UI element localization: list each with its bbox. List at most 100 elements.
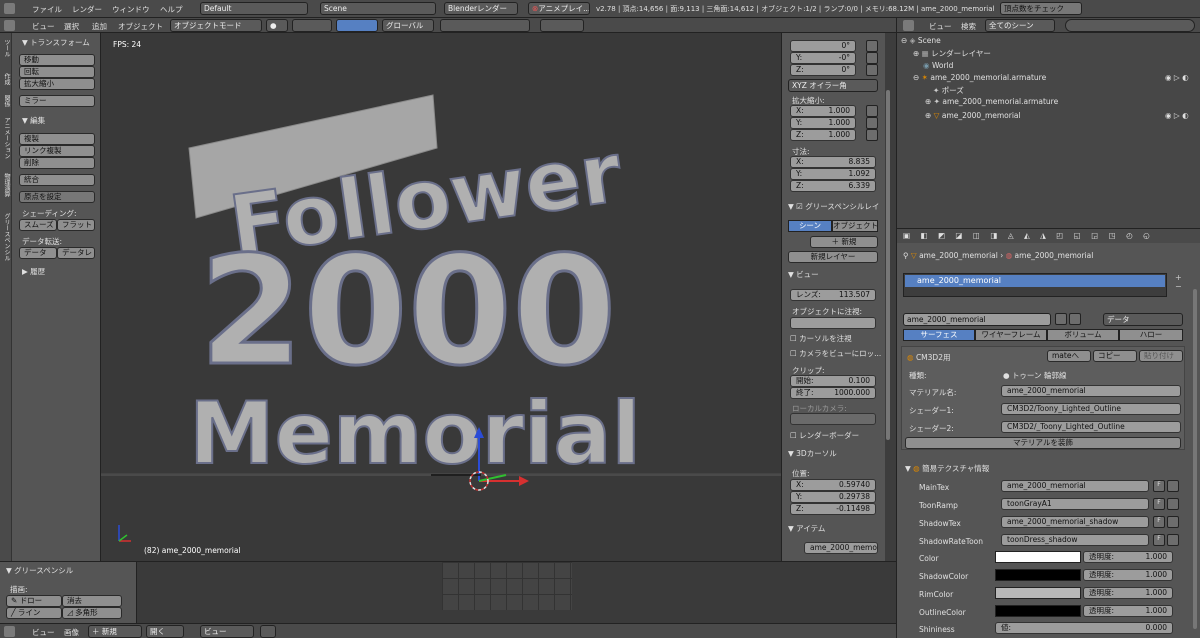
- rotation-z-field[interactable]: Z: 0°: [790, 64, 856, 76]
- outliner-item-world[interactable]: ◉ World: [923, 61, 953, 70]
- tab-animation[interactable]: アニメーション: [2, 117, 11, 159]
- outlinecolor-alpha-field[interactable]: 透明度: 1.000: [1083, 605, 1173, 617]
- outliner-editor-icon[interactable]: [903, 20, 914, 31]
- select-menu[interactable]: 選択: [64, 21, 79, 32]
- link-data-dropdown[interactable]: データ: [1103, 313, 1183, 326]
- lock-scale-x-icon[interactable]: [866, 105, 878, 117]
- tex-toonramp-clear-icon[interactable]: [1167, 498, 1179, 510]
- pivot-dropdown[interactable]: [292, 19, 332, 32]
- lock-object-field[interactable]: [790, 317, 876, 329]
- toon-radio[interactable]: ● トゥーン 輪郭線: [1003, 370, 1066, 381]
- tab-relations[interactable]: 関係: [2, 95, 11, 107]
- flat-button[interactable]: フラット: [57, 219, 95, 231]
- rimcolor-swatch[interactable]: [995, 587, 1081, 599]
- tab-halo[interactable]: ハロー: [1119, 329, 1183, 341]
- tex-maintex-field[interactable]: ame_2000_memorial: [1001, 480, 1149, 492]
- properties-scrollbar[interactable]: [1193, 289, 1197, 629]
- rotation-mode-dropdown[interactable]: XYZ オイラー角: [788, 79, 878, 92]
- cursor-x-field[interactable]: X: 0.59740: [790, 479, 876, 491]
- n-panel-scrollbar[interactable]: [886, 90, 890, 440]
- cursor-y-field[interactable]: Y: 0.29738: [790, 491, 876, 503]
- grease-pencil-layers-header[interactable]: ▼ ☑ グリースペンシルレイ: [788, 201, 879, 212]
- render-job-button[interactable]: ⊗アニメプレイ...: [528, 2, 590, 15]
- shadowcolor-swatch[interactable]: [995, 569, 1081, 581]
- shininess-field[interactable]: 値: 0.000: [995, 622, 1173, 634]
- menu-file[interactable]: ファイル: [32, 4, 62, 15]
- snap-toggle[interactable]: [540, 19, 584, 32]
- material-slot-item[interactable]: ame_2000_memorial: [905, 275, 1165, 287]
- tex-toonramp-field[interactable]: toonGrayA1: [1001, 498, 1149, 510]
- add-menu[interactable]: 追加: [92, 21, 107, 32]
- smooth-button[interactable]: スムーズ: [19, 219, 57, 231]
- pin-icon[interactable]: [260, 625, 276, 638]
- join-button[interactable]: 統合: [19, 174, 95, 186]
- grease-pencil-header[interactable]: ▼ グリースペンシル: [6, 565, 73, 576]
- new-gp-button[interactable]: ＋ 新規: [810, 236, 878, 248]
- tex-shadowtex-clear-icon[interactable]: [1167, 516, 1179, 528]
- outliner-search-menu[interactable]: 検索: [961, 21, 976, 32]
- line-button[interactable]: ╱ ライン: [6, 607, 62, 619]
- edit-panel-header[interactable]: ▼ 編集: [22, 115, 45, 126]
- lock-cursor-checkbox[interactable]: ☐ カーソルを注視: [790, 333, 852, 344]
- color-swatch[interactable]: [995, 551, 1081, 563]
- data-button[interactable]: データ: [19, 247, 57, 259]
- lock-scale-z-icon[interactable]: [866, 129, 878, 141]
- poly-button[interactable]: ◿ 多角形: [62, 607, 122, 619]
- tex-maintex-clear-icon[interactable]: [1167, 480, 1179, 492]
- local-camera-field[interactable]: [790, 413, 876, 425]
- dimension-y-field[interactable]: Y: 1.092: [790, 168, 876, 180]
- lock-rot-x-icon[interactable]: [866, 40, 878, 52]
- properties-context-icons[interactable]: ▣ ◧ ◩ ◪ ◫ ◨ ◬ ◭ ◮ ◰ ◱ ◲ ◳ ◴ ◵: [903, 231, 1154, 240]
- 3d-view-editor-icon[interactable]: [4, 20, 15, 31]
- delete-button[interactable]: 削除: [19, 157, 95, 169]
- layout-selector[interactable]: Default: [200, 2, 308, 15]
- data-layers-button[interactable]: データレ: [57, 247, 95, 259]
- orientation-dropdown[interactable]: グローバル: [382, 19, 434, 32]
- object-menu[interactable]: オブジェクト: [118, 21, 163, 32]
- scene-selector[interactable]: Scene: [320, 2, 436, 15]
- menu-help[interactable]: ヘルプ: [160, 4, 183, 15]
- shader2-field[interactable]: CM3D2/_Toony_Lighted_Outline: [1001, 421, 1181, 433]
- image-menu[interactable]: 画像: [64, 627, 79, 638]
- mesh-visibility-eye-icon[interactable]: ◉ ▷ ◐: [1165, 111, 1189, 120]
- item-name-field[interactable]: ame_2000_memorial: [804, 542, 878, 554]
- tex-shadowratetoon-clear-icon[interactable]: [1167, 534, 1179, 546]
- pin-breadcrumb-icon[interactable]: ⚲: [903, 251, 909, 260]
- scale-x-field[interactable]: X: 1.000: [790, 105, 856, 117]
- item-panel-header[interactable]: ▼ アイテム: [788, 523, 825, 534]
- render-engine-selector[interactable]: Blenderレンダー: [444, 2, 518, 15]
- material-unlink-icon[interactable]: [1069, 313, 1081, 325]
- dimension-x-field[interactable]: X: 8.835: [790, 156, 876, 168]
- manipulator-toggle[interactable]: [336, 19, 378, 32]
- image-view-menu[interactable]: ビュー: [32, 627, 55, 638]
- 3d-cursor-panel-header[interactable]: ▼ 3Dカーソル: [788, 448, 837, 459]
- outliner-item-render-layers[interactable]: ⊕ ▦ レンダーレイヤー: [913, 48, 991, 59]
- tex-shadowtex-f[interactable]: F: [1153, 516, 1165, 528]
- layers-grid[interactable]: [440, 19, 530, 32]
- decorate-material-button[interactable]: マテリアルを装飾: [905, 437, 1181, 449]
- lock-camera-checkbox[interactable]: ☐ カメラをビューにロッ...: [790, 348, 881, 359]
- shader1-field[interactable]: CM3D2/Toony_Lighted_Outline: [1001, 403, 1181, 415]
- outliner-filter-dropdown[interactable]: 全てのシーン: [985, 19, 1055, 32]
- clip-start-field[interactable]: 開始: 0.100: [790, 375, 876, 387]
- history-panel-header[interactable]: ▶ 履歴: [22, 266, 45, 277]
- scale-y-field[interactable]: Y: 1.000: [790, 117, 856, 129]
- outlinecolor-swatch[interactable]: [995, 605, 1081, 617]
- tab-surface[interactable]: サーフェス: [903, 329, 975, 341]
- tab-wireframe[interactable]: ワイヤーフレーム: [975, 329, 1047, 341]
- new-image-button[interactable]: ＋ 新規: [88, 625, 142, 638]
- erase-button[interactable]: 消去: [62, 595, 122, 607]
- rotation-x-field[interactable]: 0°: [790, 40, 856, 52]
- tex-shadowratetoon-f[interactable]: F: [1153, 534, 1165, 546]
- tab-physics[interactable]: 物理演算: [2, 173, 11, 197]
- open-image-button[interactable]: 開く: [146, 625, 184, 638]
- new-layer-button[interactable]: 新規レイヤー: [788, 251, 878, 263]
- material-name-field[interactable]: ame_2000_memorial: [903, 313, 1051, 326]
- rotation-y-field[interactable]: Y: -0°: [790, 52, 856, 64]
- image-editor-area[interactable]: [137, 561, 896, 623]
- tex-toonramp-f[interactable]: F: [1153, 498, 1165, 510]
- move-button[interactable]: 移動: [19, 54, 95, 66]
- lock-scale-y-icon[interactable]: [866, 117, 878, 129]
- tab-grease-pencil[interactable]: グリースペンシル: [2, 213, 11, 261]
- tex-shadowratetoon-field[interactable]: toonDress_shadow: [1001, 534, 1149, 546]
